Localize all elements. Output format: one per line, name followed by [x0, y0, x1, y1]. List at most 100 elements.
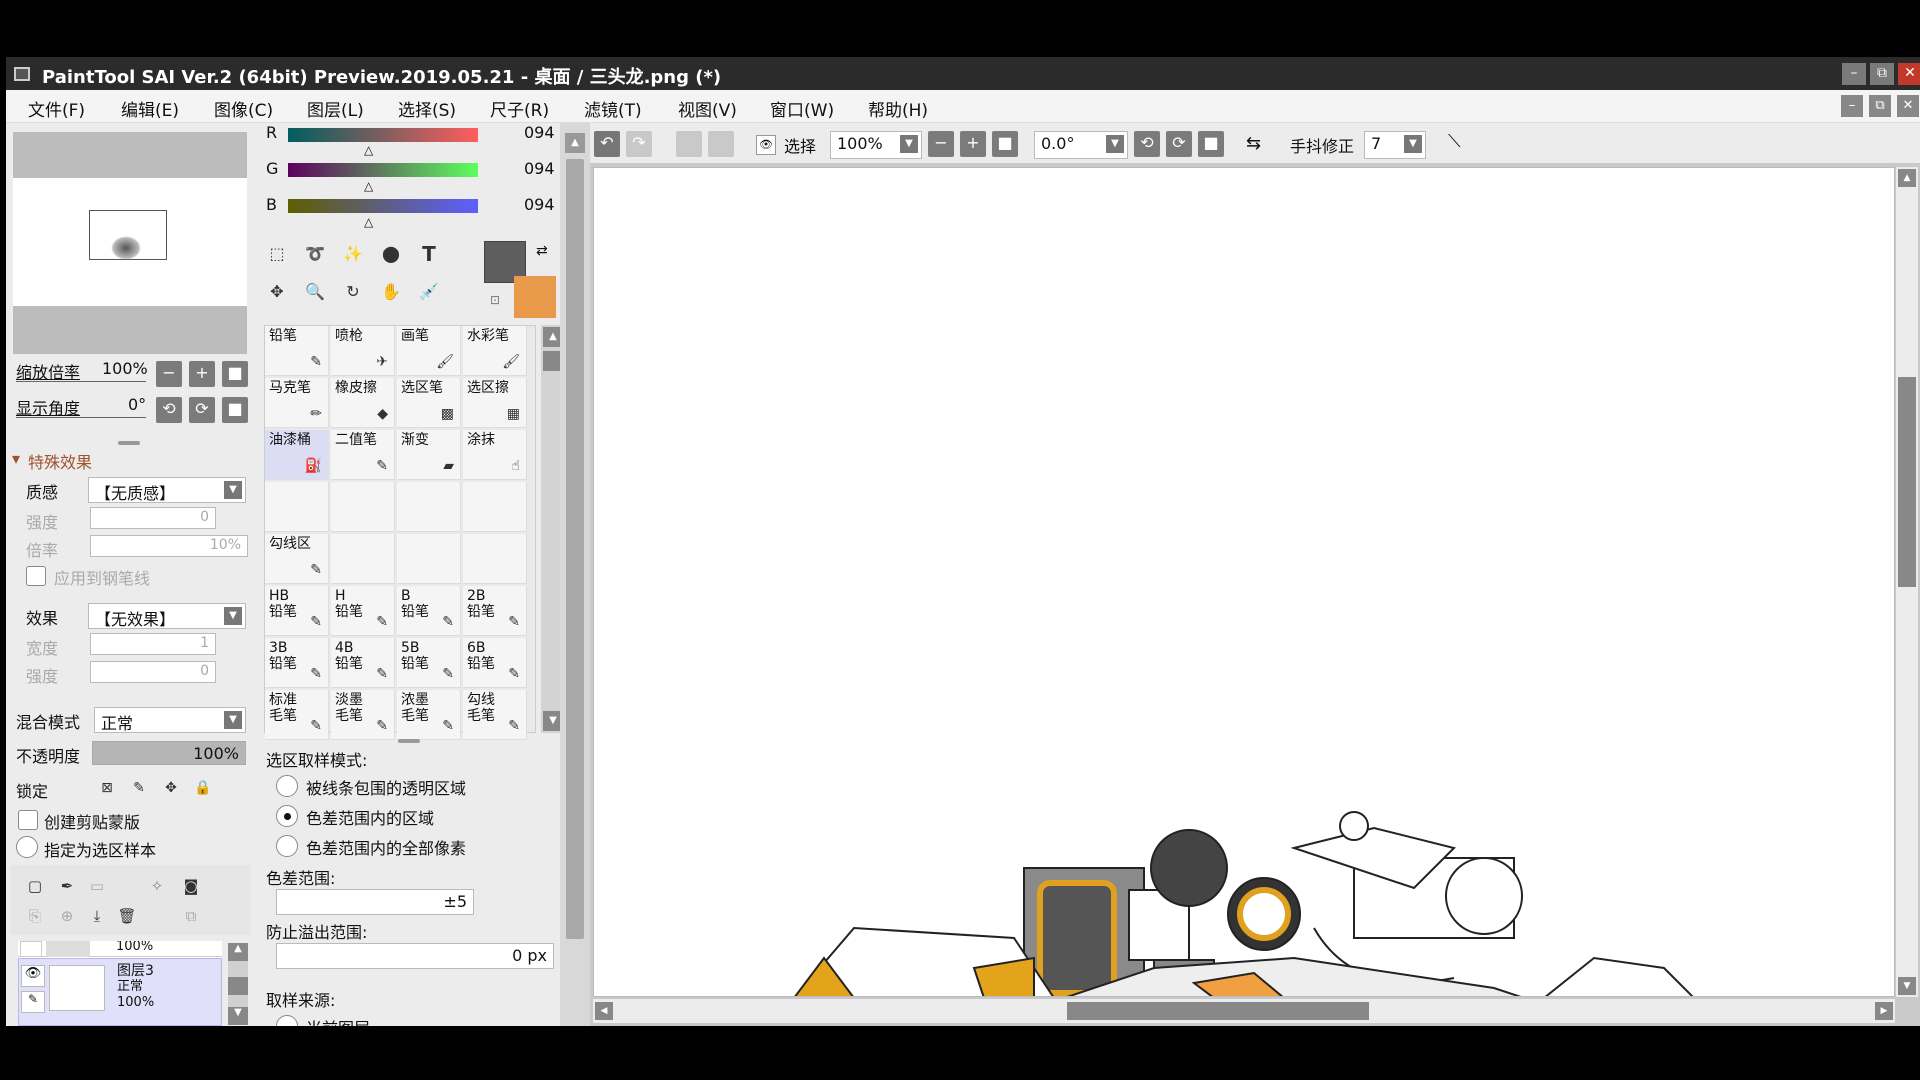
new-layer-icon[interactable]: ▢ [20, 871, 50, 901]
brush-empty-slot[interactable] [265, 482, 329, 532]
lock-paint-icon[interactable]: ✎ [124, 773, 154, 803]
brush-16[interactable]: 勾线区 ✎ [265, 534, 329, 584]
brush-empty-slot[interactable] [463, 482, 527, 532]
brush-8[interactable]: 油漆桶 ⛽ [265, 430, 329, 480]
visibility-toggle[interactable] [20, 941, 42, 957]
background-color[interactable] [514, 276, 556, 318]
brush-scrollbar[interactable]: ▲ ▼ [541, 325, 560, 733]
r-value[interactable]: 094 [524, 123, 555, 142]
transparent-color-icon[interactable]: ⊡ [490, 293, 500, 307]
zoom-icon[interactable]: 🔍 [300, 277, 330, 307]
brush-3[interactable]: 水彩笔 🖌 [463, 326, 527, 376]
scroll-thumb[interactable] [1898, 377, 1916, 587]
brush-empty-slot[interactable] [397, 482, 461, 532]
invert-select-button[interactable] [708, 131, 734, 157]
brush-21[interactable]: H 铅笔 ✎ [331, 586, 395, 636]
zoom-value[interactable]: 100% [102, 359, 148, 378]
fill-mode-opt2[interactable]: 色差范围内的区域 [306, 805, 434, 829]
drawing-canvas[interactable] [593, 167, 1895, 997]
zoom-reset-button[interactable]: ■ [222, 361, 248, 387]
undo-button[interactable]: ↶ [594, 131, 620, 157]
brush-1[interactable]: 喷枪 ✈ [331, 326, 395, 376]
copy-layer-icon[interactable]: ⎘ [20, 901, 50, 931]
zoom-select[interactable]: 100% ▼ [830, 131, 922, 159]
rotate-icon[interactable]: ↻ [338, 277, 368, 307]
magic-wand-icon[interactable]: ✨ [338, 239, 368, 269]
deselect-button[interactable] [676, 131, 702, 157]
restore-button[interactable]: ⧉ [1870, 63, 1894, 85]
fill-mode-radio-3[interactable] [276, 835, 298, 857]
shape-icon[interactable]: ⬤ [376, 239, 406, 269]
texture-select[interactable]: 【无质感】 ▼ [88, 477, 246, 503]
brush-9[interactable]: 二值笔 ✎ [331, 430, 395, 480]
lock-all-icon[interactable]: 🔒 [188, 773, 218, 803]
overflow-slider[interactable]: 0 px [276, 943, 554, 969]
hand-icon[interactable]: ✋ [376, 277, 406, 307]
swap-colors-icon[interactable]: ⇄ [536, 243, 548, 259]
doc-close-button[interactable]: ✕ [1897, 95, 1919, 117]
strength-slider[interactable]: 0 [90, 507, 216, 529]
menu-window[interactable]: 窗口(W) [770, 96, 834, 121]
scroll-thumb[interactable] [543, 351, 560, 371]
r-slider[interactable] [288, 128, 478, 142]
brush-27[interactable]: 6B 铅笔 ✎ [463, 638, 527, 688]
brush-5[interactable]: 橡皮擦 ◆ [331, 378, 395, 428]
new-folder-icon[interactable]: ▭ [82, 871, 112, 901]
angle-slider[interactable] [16, 417, 146, 418]
pencil-icon[interactable]: ✎ [21, 991, 45, 1013]
blend-mode-select[interactable]: 正常 ▼ [94, 707, 246, 733]
menu-help[interactable]: 帮助(H) [868, 96, 928, 121]
scroll-left-icon[interactable]: ◀ [595, 1002, 613, 1020]
eye-icon[interactable]: 👁 [21, 965, 45, 987]
r-handle-icon[interactable]: △ [364, 143, 373, 157]
effect-select[interactable]: 【无效果】 ▼ [88, 603, 246, 629]
panel-splitter[interactable] [398, 739, 420, 743]
brush-26[interactable]: 5B 铅笔 ✎ [397, 638, 461, 688]
scroll-thumb[interactable] [228, 977, 248, 995]
text-icon[interactable]: T [414, 239, 444, 269]
b-value[interactable]: 094 [524, 195, 555, 214]
brush-7[interactable]: 选区擦 ▦ [463, 378, 527, 428]
lock-move-icon[interactable]: ✥ [156, 773, 186, 803]
scroll-thumb[interactable] [1067, 1002, 1369, 1020]
scroll-up-icon[interactable]: ▲ [1898, 169, 1916, 187]
flip-icon[interactable]: ⇆ [1246, 133, 1261, 154]
move-icon[interactable]: ✥ [262, 277, 292, 307]
sample-source-radio[interactable] [16, 836, 38, 858]
rotate-left-button[interactable]: ⟲ [1134, 131, 1160, 157]
apply-pen-checkbox[interactable] [26, 566, 46, 586]
menu-view[interactable]: 视图(V) [678, 96, 737, 121]
brush-25[interactable]: 4B 铅笔 ✎ [331, 638, 395, 688]
lasso-icon[interactable]: ➰ [300, 239, 330, 269]
color-range-slider[interactable]: ±5 [276, 889, 474, 915]
rate-slider[interactable]: 10% [90, 535, 248, 557]
panel-scroll-thumb[interactable] [566, 159, 584, 939]
scroll-up-icon[interactable]: ▲ [228, 943, 248, 961]
brush-28[interactable]: 标准 毛笔 ✎ [265, 690, 329, 740]
delete-layer-icon[interactable]: 🗑 [112, 901, 142, 931]
zoom-out-button[interactable]: − [156, 361, 182, 387]
fill-mode-opt1[interactable]: 被线条包围的透明区域 [306, 775, 466, 799]
g-handle-icon[interactable]: △ [364, 179, 373, 193]
canvas-vscrollbar[interactable]: ▲ ▼ [1896, 167, 1918, 997]
menu-edit[interactable]: 编辑(E) [121, 96, 179, 121]
fill-mode-opt3[interactable]: 色差范围内的全部像素 [306, 835, 466, 859]
brush-empty-slot[interactable] [397, 534, 461, 584]
rotate-right-button[interactable]: ⟳ [189, 397, 215, 423]
menu-select[interactable]: 选择(S) [398, 96, 456, 121]
scroll-down-icon[interactable]: ▼ [543, 711, 560, 731]
lock-transparency-icon[interactable]: ⊠ [92, 773, 122, 803]
brush-23[interactable]: 2B 铅笔 ✎ [463, 586, 527, 636]
layer-effect-icon[interactable]: ✧ [142, 871, 172, 901]
g-value[interactable]: 094 [524, 159, 555, 178]
zoom-slider[interactable] [16, 381, 146, 382]
angle-value[interactable]: 0° [128, 395, 146, 414]
brush-4[interactable]: 马克笔 ✏ [265, 378, 329, 428]
stabilizer-select[interactable]: 7 ▼ [1364, 131, 1426, 159]
scroll-up-icon[interactable]: ▲ [543, 327, 560, 347]
zoom-in-button[interactable]: + [189, 361, 215, 387]
brush-empty-slot[interactable] [331, 534, 395, 584]
minimize-button[interactable]: – [1842, 63, 1866, 85]
rotate-left-button[interactable]: ⟲ [156, 397, 182, 423]
b-slider[interactable] [288, 199, 478, 213]
